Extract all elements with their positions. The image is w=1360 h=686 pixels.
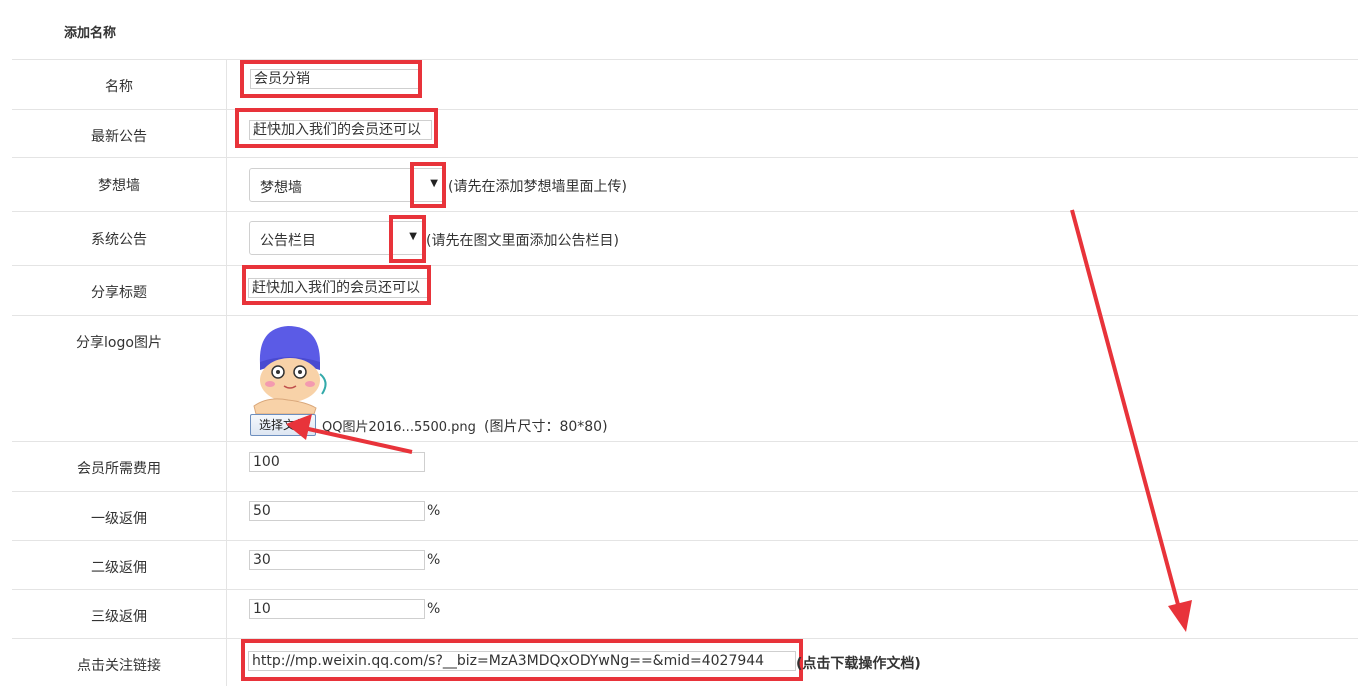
row-follow-link: 点击关注链接 http://mp.weixin.qq.com/s?__biz=M… xyxy=(12,639,1358,686)
name-label: 名称 xyxy=(105,79,133,95)
share-title-label: 分享标题 xyxy=(91,285,147,301)
follow-link-label: 点击关注链接 xyxy=(77,658,161,674)
highlight-box xyxy=(235,108,438,148)
row-level3: 三级返佣 10 % xyxy=(12,590,1358,639)
row-system-notice: 系统公告 公告栏目 ▼ (请先在图文里面添加公告栏目) xyxy=(12,212,1358,266)
page-title: 添加名称 xyxy=(64,26,117,41)
percent-unit: % xyxy=(427,552,441,568)
highlight-box xyxy=(389,215,426,263)
percent-unit: % xyxy=(427,601,441,617)
download-doc-link[interactable]: (点击下载操作文档) xyxy=(796,653,921,673)
row-name: 名称 会员分销 xyxy=(12,60,1358,110)
highlight-box xyxy=(242,265,431,305)
level3-label: 三级返佣 xyxy=(91,609,147,625)
system-notice-hint: (请先在图文里面添加公告栏目) xyxy=(426,233,619,249)
row-level1: 一级返佣 50 % xyxy=(12,492,1358,541)
member-fee-input[interactable]: 100 xyxy=(249,452,425,472)
highlight-box xyxy=(241,639,803,681)
choose-file-button[interactable]: 选择文件 xyxy=(250,414,317,436)
level2-label: 二级返佣 xyxy=(91,560,147,576)
row-member-fee: 会员所需费用 100 xyxy=(12,442,1358,492)
notice-label: 最新公告 xyxy=(91,129,147,145)
highlight-box xyxy=(240,60,422,98)
row-level2: 二级返佣 30 % xyxy=(12,541,1358,590)
row-notice: 最新公告 赶快加入我们的会员还可以 xyxy=(12,108,1358,158)
level1-input[interactable]: 50 xyxy=(249,501,425,521)
dream-wall-selected: 梦想墙 xyxy=(260,180,302,196)
cartoon-avatar-icon xyxy=(253,326,327,414)
share-logo-label: 分享logo图片 xyxy=(76,335,162,351)
level1-label: 一级返佣 xyxy=(91,511,147,527)
level3-input[interactable]: 10 xyxy=(249,599,425,619)
file-name: QQ图片2016...5500.png xyxy=(322,420,476,435)
system-notice-selected: 公告栏目 xyxy=(260,233,316,249)
member-fee-label: 会员所需费用 xyxy=(77,461,161,477)
page-header: 添加名称 xyxy=(12,0,1358,60)
image-size-hint: (图片尺寸：80*80) xyxy=(484,419,608,435)
row-share-title: 分享标题 赶快加入我们的会员还可以 xyxy=(12,265,1358,316)
system-notice-label: 系统公告 xyxy=(91,232,147,248)
highlight-box xyxy=(410,162,446,208)
level2-input[interactable]: 30 xyxy=(249,550,425,570)
dream-wall-hint: (请先在添加梦想墙里面上传) xyxy=(448,179,627,195)
row-dream-wall: 梦想墙 梦想墙 ▼ (请先在添加梦想墙里面上传) xyxy=(12,158,1358,212)
percent-unit: % xyxy=(427,503,441,519)
row-share-logo: 分享logo图片 选择文件 QQ图片2016...5500.png (图片尺寸：… xyxy=(12,316,1358,442)
dream-wall-label: 梦想墙 xyxy=(98,178,140,194)
